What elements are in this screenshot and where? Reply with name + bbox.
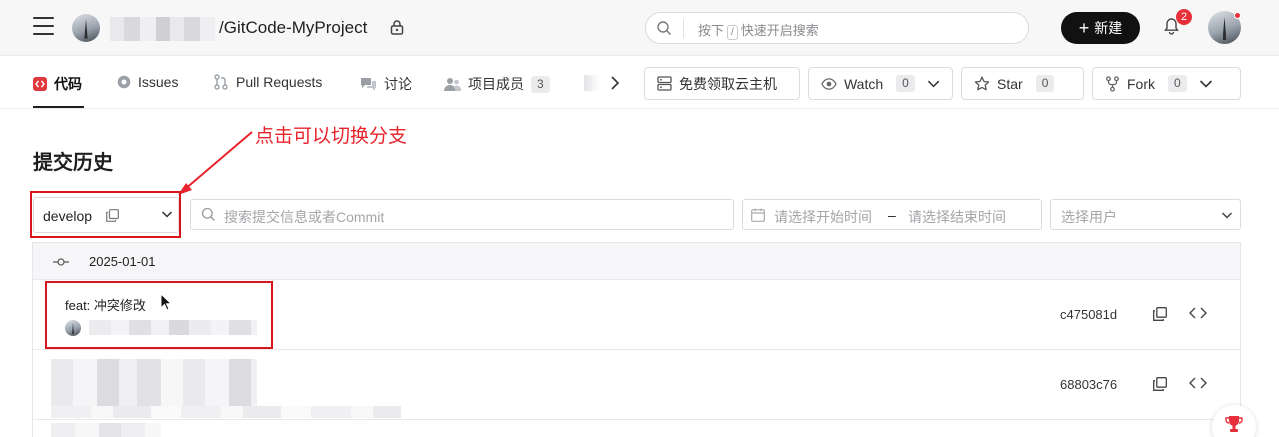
copy-icon[interactable] (1153, 377, 1167, 391)
commit-date: 2025-01-01 (89, 254, 156, 269)
user-select-placeholder: 选择用户 (1061, 209, 1117, 225)
members-icon (444, 77, 461, 91)
discussion-icon (361, 77, 376, 91)
annotation-box-branch (30, 191, 181, 238)
calendar-icon (751, 208, 765, 222)
menu-icon[interactable] (33, 17, 54, 35)
tab-members-label: 项目成员 (468, 76, 524, 92)
chevron-down-icon (1221, 212, 1233, 219)
trophy-button[interactable] (1212, 405, 1256, 437)
commit-row-partial (51, 423, 161, 437)
issue-icon (117, 75, 131, 89)
commit-row[interactable]: 68803c76 (33, 350, 1240, 420)
search-divider (683, 19, 684, 38)
pull-request-icon (214, 74, 228, 90)
plus-icon: + (1078, 18, 1090, 38)
fork-button[interactable]: Fork 0 (1092, 67, 1241, 100)
commit-node-icon (53, 258, 69, 266)
free-cloud-host-button[interactable]: 免费领取云主机 (644, 67, 800, 100)
end-date-placeholder[interactable]: 请选择结束时间 (908, 207, 1006, 227)
tab-issues[interactable]: Issues (117, 74, 178, 90)
tab-members[interactable]: 项目成员 3 (444, 74, 550, 94)
lock-icon (390, 20, 404, 35)
user-status-dot (1234, 12, 1241, 19)
top-header: /GitCode-MyProject 按下 / 快速开启搜索 + 新建 2 (0, 0, 1279, 56)
tab-discussions[interactable]: 讨论 (360, 74, 412, 94)
watch-count: 0 (896, 75, 915, 92)
range-separator: – (888, 207, 896, 223)
user-select[interactable]: 选择用户 (1050, 199, 1241, 230)
free-cloud-host-label: 免费领取云主机 (679, 75, 777, 92)
tab-issues-label: Issues (138, 74, 179, 90)
tab-code-label: 代码 (54, 76, 82, 92)
tab-pull-requests[interactable]: Pull Requests (213, 74, 322, 90)
watch-button[interactable]: Watch 0 (808, 67, 953, 100)
page-title: 提交历史 (33, 152, 113, 174)
browse-code-icon[interactable] (1189, 307, 1207, 319)
star-icon (974, 76, 990, 90)
date-range-picker[interactable]: 请选择开始时间 – 请选择结束时间 (742, 199, 1042, 230)
search-icon (201, 207, 215, 221)
fork-label: Fork (1127, 75, 1155, 92)
trophy-icon (1225, 416, 1243, 432)
fork-count: 0 (1168, 75, 1187, 92)
new-button[interactable]: + 新建 (1061, 12, 1140, 44)
eye-icon (821, 77, 837, 90)
chevron-down-icon[interactable] (927, 79, 940, 89)
tab-pull-requests-label: Pull Requests (236, 74, 323, 90)
star-button[interactable]: Star 0 (961, 67, 1084, 100)
annotation-arrow (178, 131, 253, 195)
notification-badge: 2 (1176, 9, 1192, 25)
project-avatar[interactable] (72, 14, 100, 42)
chevron-right-icon[interactable] (609, 76, 621, 90)
global-search[interactable]: 按下 / 快速开启搜索 (645, 12, 1029, 44)
copy-icon[interactable] (1153, 307, 1167, 321)
repo-tab-bar (0, 56, 1279, 109)
owner-name-redacted[interactable] (110, 17, 215, 41)
commit-search-input[interactable]: 搜索提交信息或者Commit (190, 199, 734, 230)
annotation-box-commit (45, 281, 273, 349)
star-label: Star (997, 75, 1023, 92)
shortcut-key: / (727, 25, 738, 40)
tab-discussions-label: 讨论 (384, 76, 412, 92)
start-date-placeholder[interactable]: 请选择开始时间 (774, 207, 872, 227)
new-button-label: 新建 (1094, 20, 1123, 36)
browse-code-icon[interactable] (1189, 377, 1207, 389)
active-tab-indicator (33, 106, 84, 108)
chevron-down-icon[interactable] (1199, 79, 1213, 89)
repo-name[interactable]: /GitCode-MyProject (219, 18, 367, 38)
star-count: 0 (1035, 75, 1055, 92)
watch-label: Watch (843, 75, 884, 92)
server-icon (657, 76, 672, 91)
search-icon (657, 21, 671, 35)
commit-date-group: 2025-01-01 (33, 243, 1240, 280)
commit-search-placeholder: 搜索提交信息或者Commit (224, 209, 385, 225)
commit-sha[interactable]: 68803c76 (1060, 377, 1117, 392)
fork-icon (1106, 75, 1119, 92)
mouse-pointer-icon (160, 293, 172, 311)
search-placeholder: 按下 / 快速开启搜索 (698, 23, 819, 40)
members-count: 3 (531, 75, 550, 93)
commit-sha[interactable]: c475081d (1060, 307, 1117, 322)
tab-code[interactable]: 代码 (33, 74, 82, 94)
tab-overflow-fade (584, 75, 600, 91)
annotation-text: 点击可以切换分支 (255, 126, 408, 147)
code-icon (33, 77, 47, 91)
author-name-redacted (51, 406, 401, 418)
commit-message-redacted (51, 359, 257, 407)
